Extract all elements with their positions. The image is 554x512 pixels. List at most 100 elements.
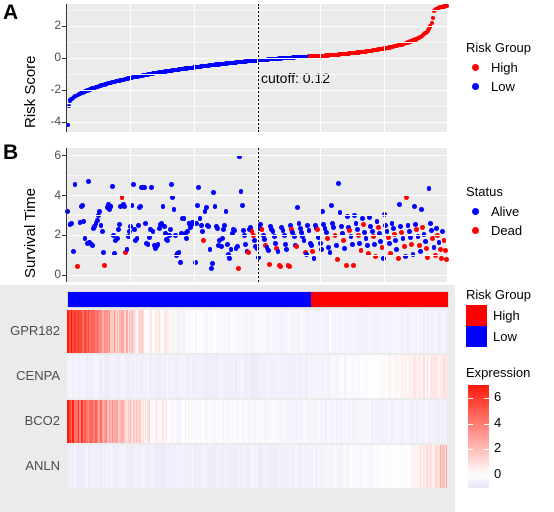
survival-point (414, 226, 420, 232)
survival-point (165, 237, 171, 243)
legend-item-alive[interactable]: Alive (466, 202, 522, 221)
survival-point (440, 228, 446, 234)
survival-point (396, 202, 402, 207)
survival-point (443, 256, 449, 262)
grid-line-x (257, 4, 258, 132)
survival-point (328, 203, 334, 208)
survival-point (325, 235, 330, 241)
gene-label-bco2: BCO2 (24, 412, 60, 428)
survival-point (114, 235, 120, 241)
colorbar-tick (468, 475, 473, 477)
tick-label-6: 6 (54, 147, 61, 162)
survival-point (347, 227, 353, 233)
grid-line-x (193, 4, 195, 132)
survival-point (160, 204, 166, 209)
legend-label-high-a: High (491, 60, 518, 75)
survival-point (437, 246, 443, 252)
heatmap-row-anln (67, 445, 447, 488)
colorbar-tick (484, 423, 489, 425)
survival-point (201, 237, 207, 243)
legend-item-low-c[interactable]: Low (466, 326, 531, 347)
survival-point (310, 248, 316, 254)
legend-title-risk-group-c: Risk Group (466, 287, 532, 302)
legend-label-low-c: Low (493, 329, 517, 344)
survival-point (195, 203, 200, 208)
expression-legend: Expression 0 2 4 6 (462, 363, 554, 497)
survival-point (134, 235, 140, 241)
gene-label-cenpa: CENPA (16, 367, 60, 383)
survival-point (341, 237, 347, 243)
survival-point (387, 240, 392, 246)
survival-point (361, 222, 366, 227)
survival-point (306, 227, 312, 233)
survival-point (265, 247, 271, 253)
tick-label--2: -2 (50, 82, 61, 97)
survival-point (294, 243, 299, 249)
colorbar-tick (484, 397, 489, 399)
survival-point (442, 247, 448, 253)
survival-point (353, 221, 359, 226)
survival-point (394, 246, 400, 252)
status-legend-b: Status Alive Dead (462, 182, 527, 242)
survival-point (210, 260, 215, 266)
survival-point (208, 265, 214, 271)
survival-point (124, 246, 130, 252)
grid-line-x (257, 148, 258, 282)
survival-point (132, 226, 137, 232)
survival-point (109, 184, 115, 190)
survival-point (236, 265, 241, 271)
tick-label-2: 2 (54, 227, 61, 242)
figure-root: A Risk Score 2 0 -2 -4 cutoff: 0.12 Risk Gr… (0, 0, 554, 512)
legend-label-dead: Dead (491, 223, 523, 238)
survival-point (364, 242, 370, 248)
legend-swatch-low-icon (466, 326, 487, 347)
legend-item-high-a[interactable]: High (466, 58, 531, 77)
survival-point (417, 248, 423, 254)
survival-point (115, 226, 121, 232)
risk-group-legend-a: Risk Group High Low (462, 38, 536, 98)
tick-label-2: 2 (54, 18, 61, 33)
survival-point (122, 204, 127, 209)
survival-point (222, 223, 228, 228)
survival-point (342, 245, 348, 251)
survival-point (358, 247, 364, 253)
heatmap-cell (445, 445, 447, 488)
survival-point (117, 222, 122, 227)
panel-a-axis-line (66, 4, 67, 132)
survival-point (309, 242, 314, 248)
survival-point (273, 240, 278, 246)
legend-item-high-c[interactable]: High (466, 305, 531, 326)
survival-point (200, 228, 205, 234)
survival-point (409, 241, 415, 247)
survival-point (283, 241, 288, 247)
legend-item-low-a[interactable]: Low (466, 77, 531, 96)
panel-letter-a: A (3, 1, 19, 24)
survival-point (203, 205, 209, 210)
survival-point (401, 243, 407, 249)
survival-point (419, 207, 425, 212)
survival-point (311, 255, 317, 261)
survival-point (398, 224, 403, 229)
survival-point (224, 241, 230, 247)
survival-point (411, 204, 417, 209)
grid-line-x (320, 148, 322, 282)
survival-point (184, 235, 189, 241)
legend-dot-dead-icon (466, 221, 485, 240)
heatmap-cell (445, 355, 447, 398)
survival-point (181, 216, 187, 221)
survival-point (315, 226, 321, 232)
survival-point (102, 262, 108, 268)
riskbar-segment-low (68, 292, 312, 307)
survival-point (234, 243, 240, 249)
survival-point (372, 241, 377, 247)
legend-title-risk-group-a: Risk Group (466, 40, 532, 55)
panel-b-axis-line (66, 148, 67, 282)
survival-point (278, 263, 283, 269)
legend-item-dead[interactable]: Dead (466, 221, 522, 240)
risk-group-legend-c: Risk Group High Low (462, 285, 536, 349)
colorbar-tick (484, 449, 489, 451)
survival-point (284, 246, 290, 252)
survival-point (80, 203, 85, 208)
survival-point (384, 228, 390, 234)
colorbar-tick (484, 475, 489, 477)
